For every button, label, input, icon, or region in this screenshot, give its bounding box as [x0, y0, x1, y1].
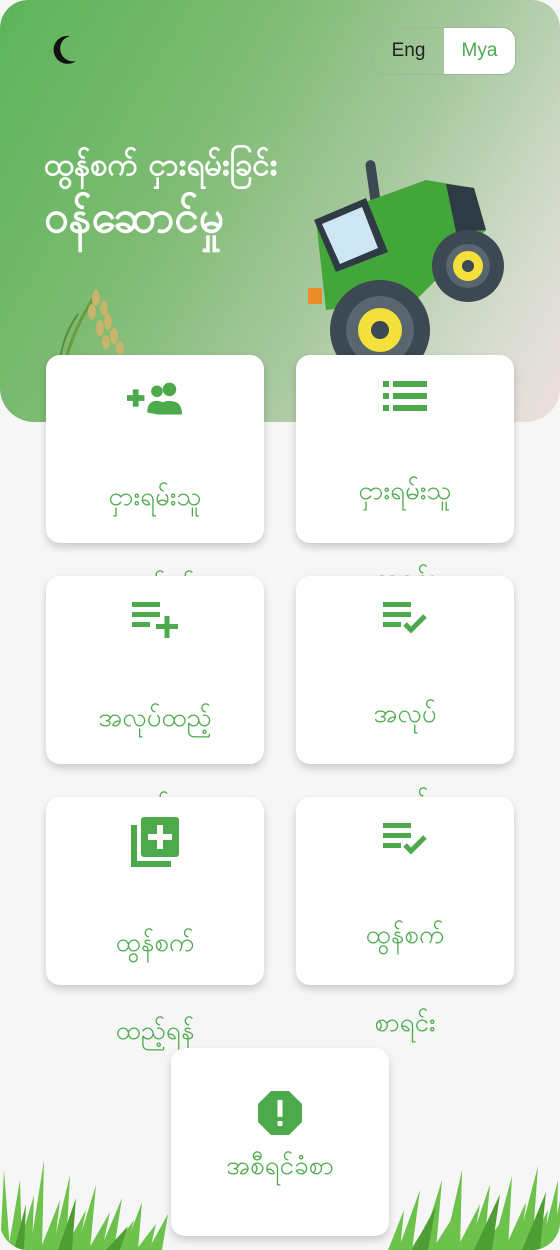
playlist-check-icon [377, 602, 433, 634]
moon-icon[interactable] [50, 34, 80, 66]
tractor-list-button[interactable]: ထွန်စက် စာရင်း [296, 797, 514, 1038]
title-line-2: ဝန်ဆောင်မှု [44, 192, 224, 243]
add-tractor-button[interactable]: ထွန်စက် ထည့်ရန် [46, 797, 264, 1046]
lang-eng-button[interactable]: Eng [373, 28, 444, 74]
language-toggle: Eng Mya [372, 27, 516, 75]
wheat-illustration [59, 290, 124, 358]
report-label: အစီရင်ခံစာ [226, 1151, 334, 1181]
title-line-1: ထွန်စက် ငှားရမ်းခြင်း [44, 147, 278, 183]
renter-list-button[interactable]: ငှားရမ်းသူ စာရင်း [296, 355, 514, 594]
add-person-icon [127, 381, 183, 417]
add-job-button[interactable]: အလုပ်ထည့် ရန် [46, 576, 264, 821]
alert-octagon-icon [252, 1091, 308, 1135]
job-list-button[interactable]: အလုပ် စာရင်း [296, 576, 514, 817]
lang-mya-button[interactable]: Mya [444, 28, 515, 74]
page-title: ထွန်စက် ငှားရမ်းခြင်း ဝန်ဆောင်မှု [44, 140, 277, 246]
playlist-add-icon [127, 602, 183, 638]
app-screen: Eng Mya ထွန်စက် ငှားရမ်းခြင်း ဝန်ဆောင်မှ… [0, 0, 560, 1250]
report-button[interactable]: အစီရင်ခံစာ [171, 1048, 389, 1236]
tractor-illustration [308, 160, 504, 360]
library-add-icon [127, 817, 183, 867]
add-renter-button[interactable]: ငှားရမ်းသူ ထည့်ရန် [46, 355, 264, 600]
playlist-check-icon [377, 823, 433, 855]
list-icon [377, 381, 433, 411]
